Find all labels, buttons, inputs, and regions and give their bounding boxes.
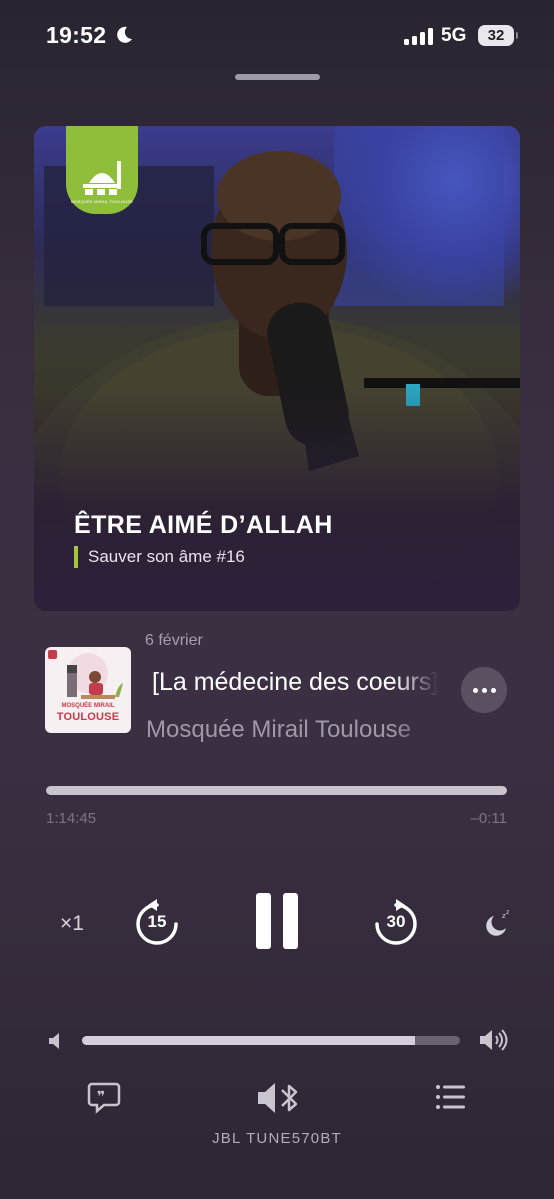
pause-bar: [283, 893, 298, 949]
bluetooth-speaker-icon[interactable]: [256, 1080, 300, 1116]
sleep-timer-icon: z z: [486, 909, 509, 936]
mosque-logo-text: MOSQUÉE MIRAIL TOULOUSE: [70, 199, 134, 204]
mosque-logo-icon: [83, 161, 121, 195]
artwork-subtitle: Sauver son âme #16: [74, 546, 245, 568]
thumbnail-text-line2: TOULOUSE: [56, 711, 120, 723]
ellipsis-dot: [481, 687, 487, 693]
elapsed-time: 1:14:45: [46, 810, 97, 827]
skip-forward-seconds: 30: [386, 912, 406, 931]
output-device-name: JBL TUNE570BT: [212, 1130, 342, 1147]
volume-slider[interactable]: [82, 1036, 460, 1045]
network-type: 5G: [441, 25, 467, 46]
episode-title[interactable]: [La médecine des coeurs]: [152, 668, 438, 697]
mosque-logo: MOSQUÉE MIRAIL TOULOUSE: [66, 126, 138, 214]
skip-forward-button[interactable]: 30: [373, 899, 419, 947]
playback-speed-button[interactable]: ×1: [60, 912, 84, 936]
episode-author[interactable]: Mosquée Mirail Toulouse: [146, 716, 438, 744]
pause-bar: [256, 893, 271, 949]
ellipsis-dot: [472, 687, 478, 693]
episode-artwork: MOSQUÉE MIRAIL TOULOUSE ÊTRE AIMÉ D’ALLA…: [34, 126, 520, 611]
status-bar: 19:52 5G 32: [0, 0, 554, 70]
skip-back-seconds: 15: [147, 912, 167, 931]
transcript-button[interactable]: ❞: [87, 1080, 121, 1114]
volume-fill: [82, 1036, 415, 1045]
playback-progress-fill: [46, 786, 507, 795]
focus-moon-icon: [117, 26, 132, 43]
podcast-thumbnail[interactable]: MOSQUÉE MIRAIL TOULOUSE: [45, 647, 131, 733]
episode-date: 6 février: [145, 632, 203, 649]
volume-low-icon: [49, 1033, 59, 1049]
sheet-grabber[interactable]: [235, 74, 320, 80]
skip-back-button[interactable]: 15: [134, 899, 180, 947]
svg-text:z: z: [506, 909, 509, 916]
remaining-time: –0:11: [470, 810, 507, 827]
sleep-timer-button[interactable]: z z: [482, 908, 512, 938]
artwork-title: ÊTRE AIMÉ D’ALLAH: [74, 511, 333, 539]
ellipsis-dot: [490, 687, 496, 693]
more-options-button[interactable]: [461, 667, 507, 713]
playback-scrubber[interactable]: [46, 786, 507, 795]
queue-list-button[interactable]: [435, 1080, 467, 1114]
volume-high-icon: [480, 1029, 508, 1051]
thumbnail-text-line1: MOSQUÉE MIRAIL: [61, 703, 115, 709]
status-time: 19:52: [46, 22, 107, 48]
podcast-thumbnail-image: [48, 650, 123, 699]
svg-text:❞: ❞: [97, 1089, 105, 1105]
cellular-signal-icon: [404, 28, 433, 45]
battery-icon: 32: [478, 25, 518, 46]
pause-button[interactable]: [255, 892, 299, 950]
